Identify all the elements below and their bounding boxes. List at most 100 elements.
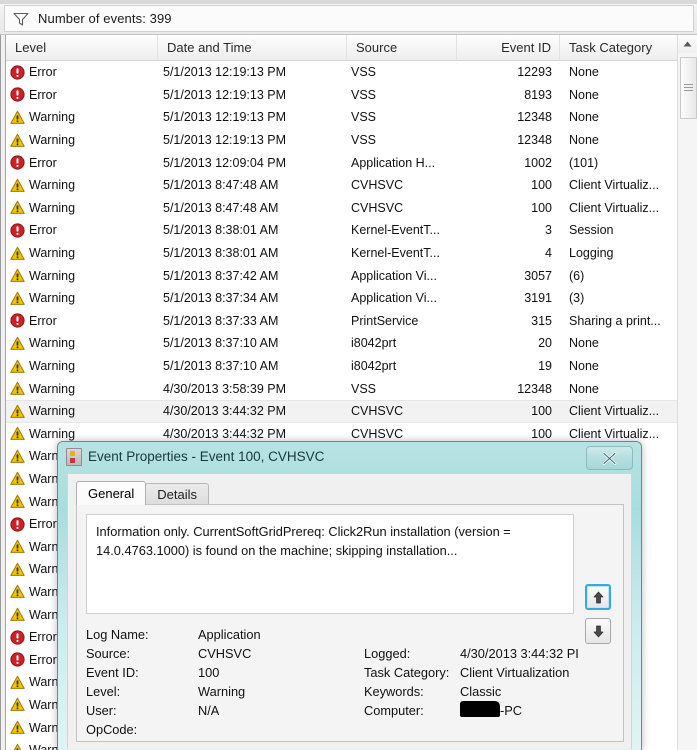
level-label: Warning [29, 359, 76, 374]
level-label: Warning [29, 404, 76, 419]
cell-source: Application H... [351, 155, 436, 170]
scrollbar-track[interactable] [678, 53, 697, 750]
previous-event-button[interactable] [585, 584, 611, 610]
level-label: Warning [29, 246, 76, 261]
detail-field-value: -PC [460, 701, 614, 720]
column-header-date[interactable]: Date and Time [158, 34, 347, 61]
table-row[interactable]: Error 5/1/2013 12:19:13 PM VSS 8193 None [6, 84, 678, 107]
detail-field-row: User: N/A [86, 701, 356, 720]
detail-column-right: Logged: 4/30/2013 3:44:32 PI Task Category… [364, 625, 614, 720]
level-label: Error [29, 155, 57, 170]
level-label: Warning [29, 268, 76, 283]
column-header-task-category[interactable]: Task Category [560, 35, 678, 61]
cell-event-id: 12348 [517, 110, 552, 125]
detail-field-label: Logged: [364, 646, 411, 661]
detail-field-text: Application [198, 627, 261, 642]
detail-field-row: Task Category: Client Virtualization [364, 663, 614, 682]
level-label: Warning [29, 110, 76, 125]
warning-icon [10, 472, 25, 486]
table-row[interactable]: Warning 5/1/2013 8:37:10 AM i8042prt 20 None [6, 332, 678, 355]
detail-field-value [198, 720, 356, 739]
table-row[interactable]: Error 5/1/2013 8:37:33 AM PrintService 315 S… [6, 310, 678, 333]
table-row[interactable]: Warning 5/1/2013 8:37:10 AM i8042prt 19 None [6, 355, 678, 378]
cell-event-id: 1002 [524, 155, 552, 170]
table-row[interactable]: Warning 5/1/2013 8:38:01 AM Kernel-EventT.… [6, 242, 678, 265]
tab-general[interactable]: General [76, 481, 147, 505]
error-icon [10, 87, 25, 102]
detail-field-label: Event ID: [86, 665, 139, 680]
cell-date: 5/1/2013 8:38:01 AM [163, 223, 279, 238]
cell-task: None [569, 359, 599, 374]
cell-event-id: 8193 [524, 87, 552, 102]
close-button[interactable] [586, 446, 633, 470]
cell-level: Warning [6, 133, 158, 148]
table-row[interactable]: Error 5/1/2013 12:19:13 PM VSS 12293 None [6, 61, 678, 84]
table-row[interactable]: Warning 5/1/2013 8:47:48 AM CVHSVC 100 Clien… [6, 197, 678, 220]
level-label: Error [29, 65, 57, 80]
detail-field-value: Client Virtualization [460, 663, 614, 682]
cell-date: 5/1/2013 8:37:10 AM [163, 359, 279, 374]
level-label: Warning [29, 200, 76, 215]
cell-date: 5/1/2013 8:38:01 AM [163, 246, 279, 261]
level-label: Warning [29, 178, 76, 193]
warning-icon [10, 268, 25, 283]
column-header-level[interactable]: Level [6, 34, 158, 61]
table-row[interactable]: Warning 5/1/2013 8:37:34 AM Application Vi… [6, 287, 678, 310]
cell-task: Client Virtualiz... [569, 404, 660, 419]
detail-field-value: 100 [198, 663, 356, 682]
warning-icon [10, 675, 25, 689]
table-row[interactable]: Warning 4/30/2013 3:58:39 PM VSS 12348 None [6, 377, 678, 400]
cell-task: Client Virtualiz... [569, 426, 660, 441]
list-vertical-scrollbar[interactable] [677, 35, 697, 750]
table-row[interactable]: Error 5/1/2013 12:09:04 PM Application H..… [6, 151, 678, 174]
cell-level: Warning [6, 426, 158, 441]
level-label: Warning [29, 133, 76, 148]
table-row[interactable]: Warning 5/1/2013 12:19:13 PM VSS 12348 None [6, 129, 678, 152]
arrow-up-icon [593, 591, 603, 603]
cell-event-id: 100 [531, 178, 552, 193]
cell-date: 5/1/2013 8:37:42 AM [163, 268, 279, 283]
warning-icon [10, 607, 25, 621]
table-row[interactable]: Warning 5/1/2013 12:19:13 PM VSS 12348 None [6, 106, 678, 129]
cell-event-id: 3057 [524, 268, 552, 283]
cell-date: 5/1/2013 8:37:34 AM [163, 291, 279, 306]
warning-icon [10, 585, 25, 599]
level-label: Error [29, 223, 57, 238]
cell-event-id: 315 [531, 313, 552, 328]
warning-icon [10, 178, 25, 192]
detail-field-value: 4/30/2013 3:44:32 PI [460, 644, 614, 663]
events-status-bar: Number of events: 399 [0, 0, 697, 35]
column-header-source[interactable]: Source [347, 34, 457, 61]
level-label: Warning [29, 336, 76, 351]
scrollbar-thumb[interactable] [680, 57, 697, 119]
table-row[interactable]: Warning 4/30/2013 3:44:32 PM CVHSVC 100 Clie… [6, 399, 678, 423]
column-header-event-id[interactable]: Event ID [457, 34, 560, 61]
event-properties-icon [66, 448, 82, 466]
cell-source: VSS [351, 133, 377, 148]
error-icon [10, 155, 25, 170]
event-message-box: Information only. CurrentSoftGridPrereq:… [86, 514, 574, 614]
cell-event-id: 12293 [517, 65, 552, 80]
tab-details[interactable]: Details [145, 483, 209, 505]
table-row[interactable]: Error 5/1/2013 8:38:01 AM Kernel-EventT...… [6, 219, 678, 242]
cell-level: Warning [6, 291, 158, 306]
table-row[interactable]: Warning 5/1/2013 8:47:48 AM CVHSVC 100 Clien… [6, 174, 678, 197]
detail-field-text: 100 [198, 665, 220, 680]
scroll-up-button[interactable] [678, 35, 697, 53]
level-label: Error [29, 652, 57, 667]
cell-source: Application Vi... [351, 268, 437, 283]
detail-field-value: Application [198, 625, 356, 644]
dialog-frame: Event Properties - Event 100, CVHSVC Gen… [58, 442, 641, 750]
cell-date: 5/1/2013 12:19:13 PM [163, 65, 287, 80]
events-count-label: Number of events: 399 [38, 11, 172, 26]
cell-source: Application Vi... [351, 291, 437, 306]
warning-icon [10, 110, 25, 124]
warning-icon [10, 562, 25, 576]
warning-icon [10, 540, 25, 554]
cell-level: Error [6, 87, 158, 102]
cell-event-id: 3 [545, 223, 552, 238]
level-label: Warning [29, 291, 76, 306]
cell-task: Session [569, 223, 614, 238]
table-row[interactable]: Warning 5/1/2013 8:37:42 AM Application Vi… [6, 264, 678, 287]
dialog-title-bar[interactable]: Event Properties - Event 100, CVHSVC [58, 442, 641, 471]
